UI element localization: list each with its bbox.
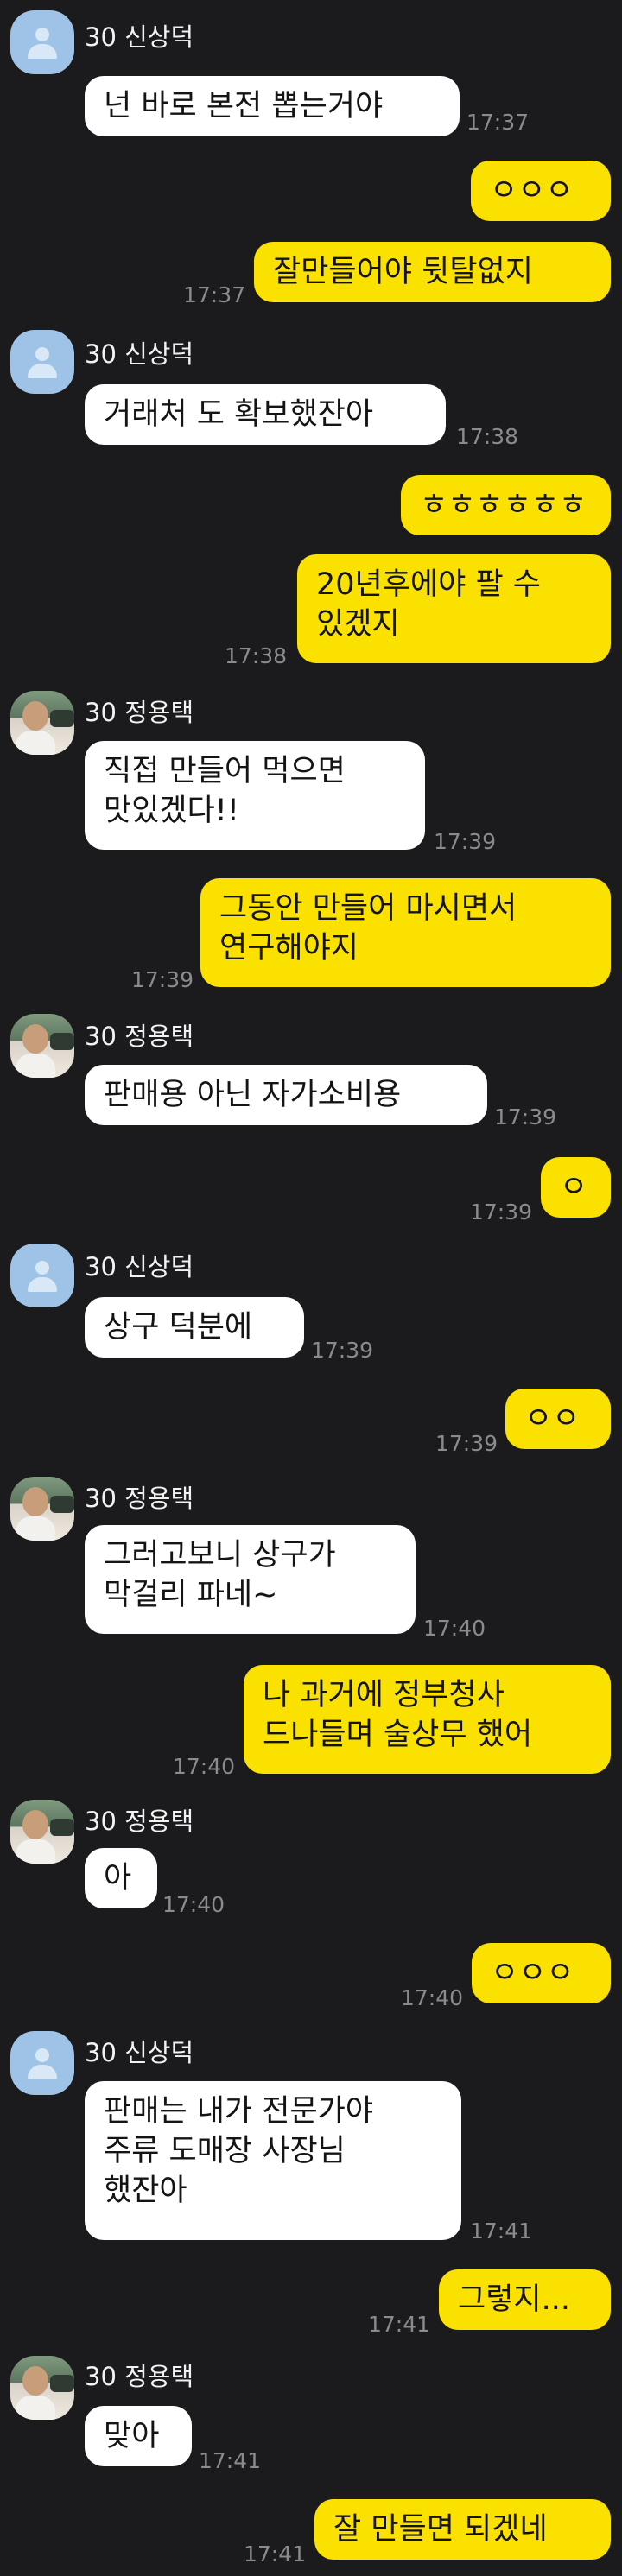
- sent-message[interactable]: 나 과거에 정부청사 드나들며 술상무 했어: [244, 1665, 611, 1774]
- avatar[interactable]: [10, 2356, 74, 2420]
- avatar-head: [35, 347, 49, 361]
- avatar-face: [22, 1810, 48, 1839]
- message-time: 17:39: [434, 829, 497, 854]
- sent-message[interactable]: 잘 만들면 되겠네: [314, 2499, 611, 2560]
- message-time: 17:40: [162, 1892, 225, 1917]
- message-time: 17:40: [423, 1616, 486, 1641]
- avatar[interactable]: [10, 2031, 74, 2095]
- avatar[interactable]: [10, 330, 74, 394]
- received-message[interactable]: 판매용 아닌 자가소비용: [85, 1065, 487, 1125]
- avatar-shirt: [16, 2396, 55, 2420]
- avatar[interactable]: [10, 10, 74, 74]
- sender-name: 30 정용택: [85, 2362, 194, 2391]
- avatar-car: [50, 710, 74, 727]
- received-message[interactable]: 넌 바로 본전 뽑는거야: [85, 76, 460, 136]
- sent-message[interactable]: ㅇㅇㅇ: [472, 1943, 611, 2003]
- sent-message[interactable]: ㅇㅇㅇ: [471, 161, 611, 221]
- avatar-car: [50, 1033, 74, 1050]
- sent-message[interactable]: ㅎㅎㅎㅎㅎㅎ: [401, 475, 611, 535]
- sender-name: 30 신상덕: [85, 22, 194, 52]
- message-time: 17:41: [368, 2312, 431, 2337]
- message-time: 17:41: [244, 2541, 307, 2567]
- message-time: 17:40: [401, 1985, 464, 2010]
- avatar[interactable]: [10, 1014, 74, 1078]
- avatar-shoulders: [28, 44, 57, 59]
- sent-message[interactable]: ㅇ: [541, 1157, 611, 1218]
- sent-message[interactable]: ㅇㅇ: [505, 1389, 611, 1449]
- message-time: 17:39: [470, 1199, 533, 1225]
- message-time: 17:39: [131, 967, 194, 992]
- avatar-face: [22, 1487, 48, 1516]
- avatar-shoulders: [28, 364, 57, 378]
- avatar-shirt: [16, 1516, 55, 1541]
- message-time: 17:39: [311, 1338, 374, 1363]
- message-time: 17:38: [225, 643, 288, 668]
- received-message[interactable]: 맞아: [85, 2406, 192, 2466]
- received-message[interactable]: 거래처 도 확보했잔아: [85, 384, 446, 445]
- avatar-face: [22, 1024, 48, 1054]
- message-time: 17:39: [435, 1431, 498, 1456]
- avatar-head: [35, 2048, 49, 2062]
- avatar-head: [35, 1261, 49, 1275]
- message-time: 17:41: [199, 2448, 262, 2473]
- received-message[interactable]: 상구 덕분에: [85, 1297, 304, 1358]
- message-time: 17:41: [470, 2218, 533, 2244]
- sent-message[interactable]: 20년후에야 팔 수 있겠지: [297, 554, 611, 663]
- received-message[interactable]: 직접 만들어 먹으면 맛있겠다!!: [85, 741, 425, 850]
- avatar[interactable]: [10, 1244, 74, 1307]
- avatar[interactable]: [10, 1477, 74, 1541]
- avatar-shoulders: [28, 1277, 57, 1292]
- message-time: 17:39: [494, 1104, 557, 1130]
- message-time: 17:38: [456, 424, 519, 449]
- avatar-face: [22, 701, 48, 731]
- sender-name: 30 신상덕: [85, 1252, 194, 1282]
- sender-name: 30 신상덕: [85, 2038, 194, 2067]
- sender-name: 30 정용택: [85, 1022, 194, 1051]
- avatar[interactable]: [10, 1800, 74, 1864]
- message-time: 17:40: [173, 1754, 236, 1779]
- message-time: 17:37: [466, 110, 530, 135]
- sender-name: 30 정용택: [85, 1807, 194, 1836]
- sent-message[interactable]: 그동안 만들어 마시면서 연구해야지: [200, 878, 611, 987]
- avatar-shoulders: [28, 2065, 57, 2079]
- avatar-head: [35, 28, 49, 41]
- avatar-car: [50, 1496, 74, 1513]
- sender-name: 30 정용택: [85, 698, 194, 727]
- received-message[interactable]: 그러고보니 상구가 막걸리 파네~: [85, 1525, 416, 1634]
- received-message[interactable]: 아: [85, 1848, 157, 1908]
- sent-message[interactable]: 잘만들어야 뒷탈없지: [254, 242, 611, 302]
- avatar-car: [50, 1819, 74, 1836]
- avatar-face: [22, 2366, 48, 2396]
- received-message[interactable]: 판매는 내가 전문가야 주류 도매장 사장님 했잔아: [85, 2081, 461, 2240]
- avatar-shirt: [16, 1839, 55, 1864]
- sender-name: 30 신상덕: [85, 339, 194, 369]
- sent-message[interactable]: 그렇지...: [439, 2269, 611, 2330]
- avatar-car: [50, 2375, 74, 2392]
- avatar[interactable]: [10, 691, 74, 755]
- sender-name: 30 정용택: [85, 1484, 194, 1513]
- avatar-shirt: [16, 1054, 55, 1078]
- message-time: 17:37: [183, 282, 246, 307]
- avatar-shirt: [16, 731, 55, 755]
